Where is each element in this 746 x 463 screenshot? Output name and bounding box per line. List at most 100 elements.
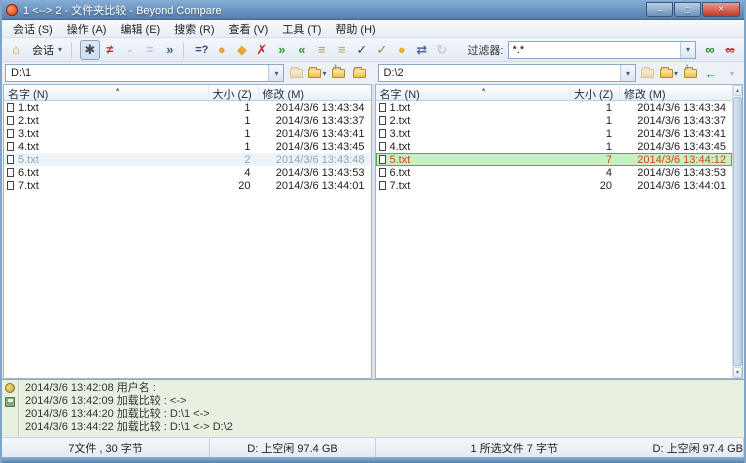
left-path-dropdown-icon[interactable]: ▾ — [268, 65, 283, 81]
left-file-list: 1.txt 1 2014/3/6 13:43:34 2.txt 1 2014/3… — [4, 101, 371, 378]
column-header-name[interactable]: 名字 (N)▴ — [4, 85, 209, 100]
compare-contents-icon[interactable]: ● — [392, 40, 412, 60]
right-extra-dropdown-icon[interactable]: ▾ — [723, 64, 741, 82]
close-button[interactable]: × — [702, 2, 740, 17]
vertical-scrollbar[interactable]: ▴ ▾ — [732, 85, 742, 378]
log-time-icon[interactable] — [5, 383, 15, 393]
save-log-icon[interactable] — [5, 397, 15, 407]
column-header-size[interactable]: 大小 (Z) — [570, 85, 620, 100]
file-icon — [7, 129, 14, 138]
menu-edit[interactable]: 编辑 (E) — [113, 20, 167, 38]
menu-help[interactable]: 帮助 (H) — [328, 20, 382, 38]
column-header-name[interactable]: 名字 (N)▴ — [376, 85, 571, 100]
file-icon — [7, 142, 14, 151]
column-header-modified[interactable]: 修改 (M) — [259, 85, 371, 100]
file-size: 1 — [209, 141, 259, 153]
show-all-button[interactable]: ✱ — [80, 40, 100, 60]
log-lines: 2014/3/6 13:42:08 用户名 :2014/3/6 13:42:09… — [19, 380, 744, 437]
show-same-icon[interactable]: = — [140, 40, 160, 60]
column-header-modified[interactable]: 修改 (M) — [620, 85, 732, 100]
scroll-up-icon[interactable]: ▴ — [733, 85, 742, 96]
refresh-icon[interactable]: ↻ — [432, 40, 452, 60]
1.txt[interactable]: 1.txt 1 2014/3/6 13:43:34 — [376, 101, 733, 114]
filter-label: 过滤器: — [467, 42, 503, 58]
filter-input[interactable] — [509, 44, 681, 56]
scrollbar-thumb[interactable] — [733, 97, 742, 366]
rules-icon[interactable]: =? — [192, 40, 212, 60]
copy-left-icon[interactable]: « — [292, 40, 312, 60]
column-header-size[interactable]: 大小 (Z) — [209, 85, 259, 100]
6.txt[interactable]: 6.txt 4 2014/3/6 13:43:53 — [4, 166, 371, 179]
right-browse-folder-button[interactable]: ▾ — [660, 64, 678, 82]
4.txt[interactable]: 4.txt 1 2014/3/6 13:43:45 — [376, 140, 733, 153]
file-name: 5.txt — [18, 154, 39, 166]
right-path-input[interactable]: D:\2 ▾ — [378, 64, 636, 82]
1.txt[interactable]: 1.txt 1 2014/3/6 13:43:34 — [4, 101, 371, 114]
file-size: 1 — [209, 115, 259, 127]
session-report-icon[interactable]: ◆ — [232, 40, 252, 60]
4.txt[interactable]: 4.txt 1 2014/3/6 13:43:45 — [4, 140, 371, 153]
2.txt[interactable]: 2.txt 1 2014/3/6 13:43:37 — [376, 114, 733, 127]
collapse-all-icon[interactable]: ≡ — [332, 40, 352, 60]
menu-tools[interactable]: 工具 (T) — [275, 20, 328, 38]
file-icon — [379, 103, 386, 112]
app-icon — [6, 4, 18, 16]
left-path-bar: D:\1 ▾ ▾ ↑ — [5, 64, 369, 82]
file-modified: 2014/3/6 13:43:48 — [259, 154, 371, 166]
5.txt[interactable]: 5.txt 7 2014/3/6 13:44:12 — [376, 153, 733, 166]
file-name: 4.txt — [390, 141, 411, 153]
maximize-button[interactable]: □ — [674, 2, 701, 17]
copy-right-icon[interactable]: » — [272, 40, 292, 60]
menu-view[interactable]: 查看 (V) — [222, 20, 276, 38]
glasses-icon[interactable]: ∞ — [700, 40, 720, 60]
back-arrow-icon[interactable]: ← — [702, 64, 720, 82]
right-parent-folder-button[interactable]: ↑ — [681, 64, 699, 82]
status-segment: 7文件 , 30 字节 — [2, 438, 210, 457]
glasses-off-icon[interactable]: ∞ — [720, 40, 740, 60]
show-orphans-icon[interactable]: - — [120, 40, 140, 60]
5.txt[interactable]: 5.txt 2 2014/3/6 13:43:48 — [4, 153, 371, 166]
home-icon[interactable]: ⌂ — [6, 40, 26, 60]
menu-bar: 会话 (S)操作 (A)编辑 (E)搜索 (R)查看 (V)工具 (T)帮助 (… — [2, 20, 744, 38]
status-segment: D: 上空闲 97.4 GB — [210, 438, 376, 457]
2.txt[interactable]: 2.txt 1 2014/3/6 13:43:37 — [4, 114, 371, 127]
menu-search[interactable]: 搜索 (R) — [167, 20, 221, 38]
show-differences-icon[interactable]: ≠ — [100, 40, 120, 60]
sync-preview-icon[interactable]: ● — [212, 40, 232, 60]
left-open-folder-button[interactable] — [351, 64, 369, 82]
minimize-button[interactable]: – — [646, 2, 673, 17]
7.txt[interactable]: 7.txt 20 2014/3/6 13:44:01 — [376, 179, 733, 192]
file-modified: 2014/3/6 13:43:53 — [620, 167, 732, 179]
left-root-folder-icon[interactable] — [287, 64, 305, 82]
select-all-files-icon[interactable]: ✓ — [372, 40, 392, 60]
6.txt[interactable]: 6.txt 4 2014/3/6 13:43:53 — [376, 166, 733, 179]
3.txt[interactable]: 3.txt 1 2014/3/6 13:43:41 — [376, 127, 733, 140]
select-newer-icon[interactable]: ✓ — [352, 40, 372, 60]
swap-sides-icon[interactable]: ⇄ — [412, 40, 432, 60]
3.txt[interactable]: 3.txt 1 2014/3/6 13:43:41 — [4, 127, 371, 140]
file-modified: 2014/3/6 13:43:45 — [620, 141, 732, 153]
file-icon — [7, 181, 14, 190]
session-menu-button[interactable]: 会话 ▾ — [26, 40, 68, 60]
filter-dropdown-icon[interactable]: ▾ — [680, 42, 695, 58]
file-name: 5.txt — [390, 154, 411, 166]
menu-session[interactable]: 会话 (S) — [6, 20, 60, 38]
file-name: 7.txt — [390, 180, 411, 192]
right-root-folder-icon[interactable] — [639, 64, 657, 82]
left-browse-folder-button[interactable]: ▾ — [308, 64, 326, 82]
file-modified: 2014/3/6 13:43:37 — [620, 115, 732, 127]
menu-actions[interactable]: 操作 (A) — [60, 20, 114, 38]
delete-icon[interactable]: ✗ — [252, 40, 272, 60]
log-line: 2014/3/6 13:42:08 用户名 : — [25, 382, 738, 395]
expand-all-icon[interactable]: ≡ — [312, 40, 332, 60]
right-path-dropdown-icon[interactable]: ▾ — [620, 65, 635, 81]
scroll-down-icon[interactable]: ▾ — [733, 367, 742, 378]
log-gutter — [2, 380, 19, 437]
file-modified: 2014/3/6 13:43:34 — [259, 102, 371, 114]
7.txt[interactable]: 7.txt 20 2014/3/6 13:44:01 — [4, 179, 371, 192]
overflow-chevron-icon[interactable]: » — [160, 40, 180, 60]
right-path-bar: D:\2 ▾ ▾ ↑ ← ▾ — [378, 64, 742, 82]
left-path-input[interactable]: D:\1 ▾ — [5, 64, 284, 82]
left-parent-folder-button[interactable]: ↑ — [330, 64, 348, 82]
file-size: 20 — [209, 180, 259, 192]
